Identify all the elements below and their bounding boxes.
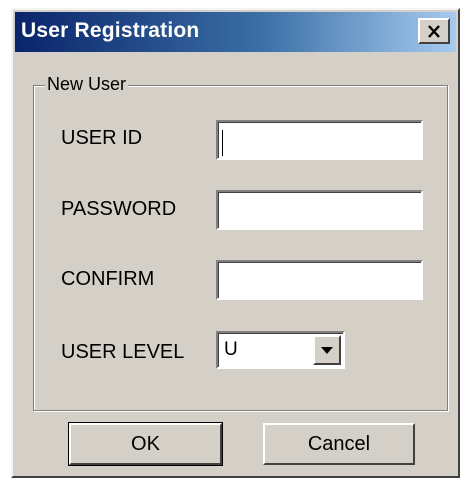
chevron-down-icon	[321, 346, 333, 354]
confirm-password-input[interactable]	[216, 260, 423, 300]
close-button[interactable]	[418, 18, 450, 44]
password-label: PASSWORD	[61, 198, 177, 220]
user-level-dropdown-button[interactable]	[313, 335, 341, 365]
user-id-input[interactable]	[216, 120, 423, 160]
user-level-label: USER LEVEL	[61, 341, 185, 363]
password-input[interactable]	[216, 190, 423, 230]
text-cursor	[222, 130, 223, 156]
user-level-value: U	[224, 339, 238, 360]
window-title: User Registration	[21, 19, 200, 42]
confirm-label: CONFIRM	[61, 268, 155, 290]
title-bar[interactable]: User Registration	[15, 12, 456, 52]
cancel-button[interactable]: Cancel	[263, 423, 415, 465]
close-icon	[428, 24, 440, 38]
user-id-label: USER ID	[61, 127, 143, 149]
user-registration-dialog: User Registration New User USER ID PASSW…	[11, 8, 460, 478]
ok-button[interactable]: OK	[68, 422, 223, 466]
user-level-select[interactable]: U	[216, 331, 345, 369]
new-user-group-label: New User	[45, 74, 129, 95]
